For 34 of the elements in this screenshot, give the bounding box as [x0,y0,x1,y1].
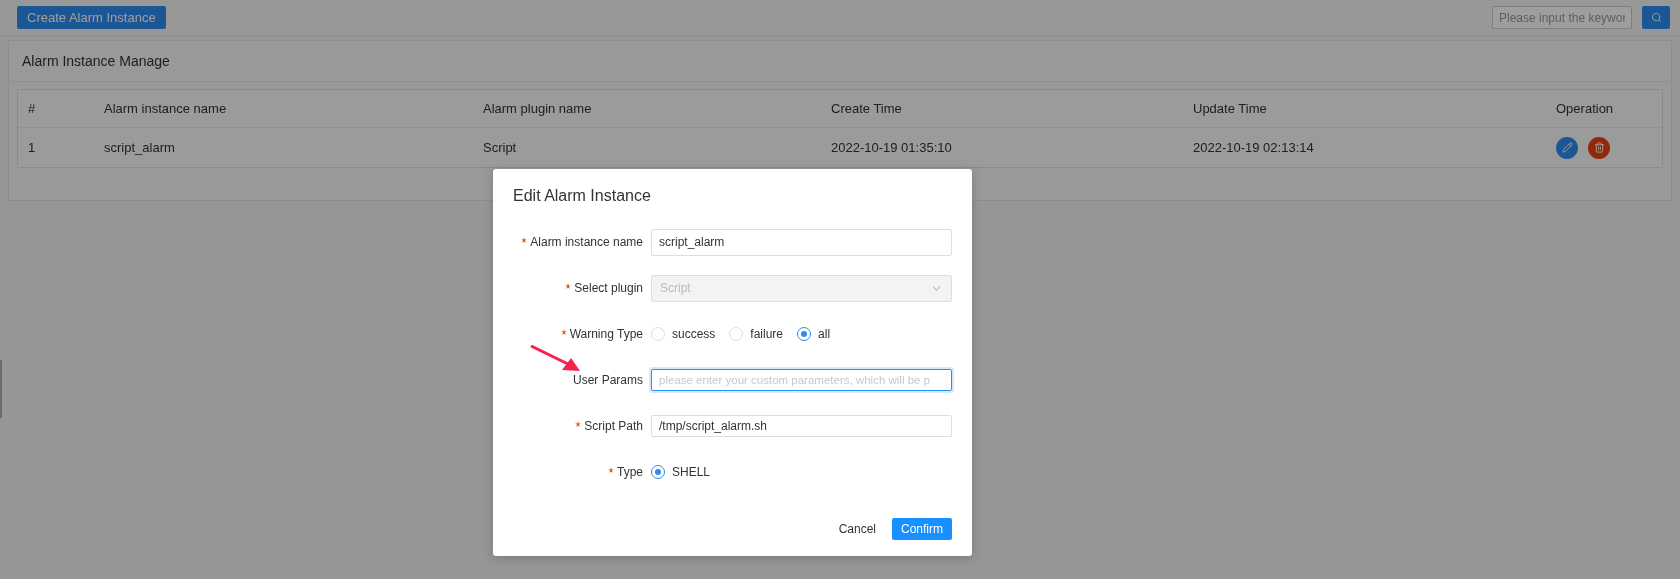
column-header: Create Time [831,101,903,116]
radio-option[interactable]: SHELL [651,465,711,479]
table-cell-text: 2022-10-19 01:35:10 [831,140,953,155]
field-label: Type [617,465,643,479]
table-cell-text: Script [483,140,518,155]
table-cell-text: script_alarm [104,140,176,155]
radio-option[interactable]: all [797,327,831,341]
text-field[interactable]: /tmp/script_alarm.sh [651,415,952,437]
search-button[interactable] [1642,6,1670,29]
column-header: # [28,101,37,116]
search-icon [1650,12,1662,23]
field-label: Alarm instance name [530,235,643,249]
radio-option[interactable]: failure [729,327,784,341]
text-field[interactable]: script_alarm [651,228,952,256]
trash-icon [1593,142,1605,153]
column-header: Operation [1556,101,1615,116]
field-label: Script Path [584,419,643,433]
field-label: Select plugin [574,281,643,295]
column-header: Alarm plugin name [483,101,593,116]
edge-handle[interactable] [0,360,2,418]
card-title: Alarm Instance Manage [9,41,1671,82]
field-label: Warning Type [569,327,643,341]
column-header: Update Time [1193,101,1268,116]
pencil-icon [1561,142,1573,153]
field-label: User Params [573,373,643,387]
table-cell-text: 2022-10-19 02:13:14 [1193,140,1315,155]
cancel-button[interactable]: Cancel [836,518,878,540]
delete-button[interactable] [1588,136,1610,159]
edit-button[interactable] [1556,136,1578,159]
column-header: Alarm instance name [104,101,228,116]
table-cell-text: 1 [28,140,37,155]
pointer-arrow [530,345,580,371]
dialog-title: Edit Alarm Instance [513,187,652,205]
radio-option[interactable]: success [651,327,716,341]
